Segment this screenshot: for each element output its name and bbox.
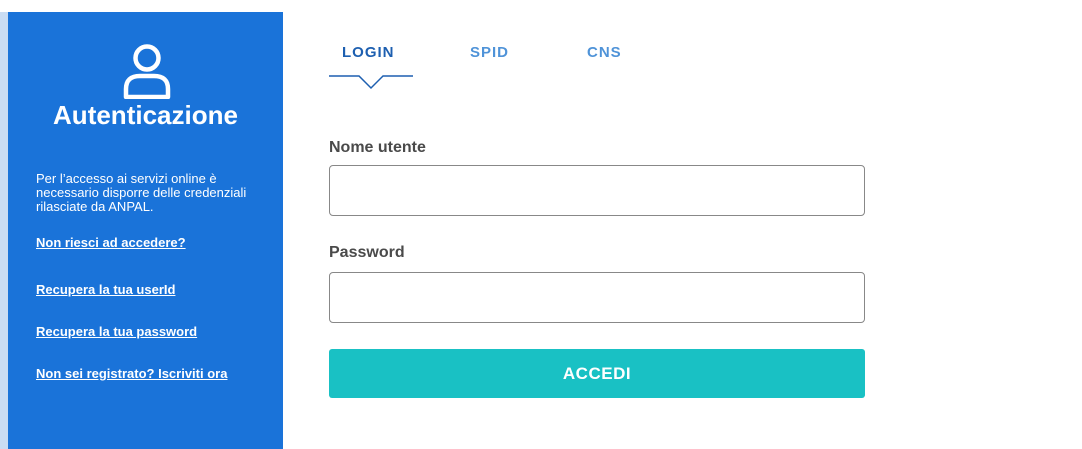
username-input[interactable] [329,165,865,216]
password-label: Password [329,244,405,261]
login-button[interactable]: ACCEDI [329,349,865,398]
password-input[interactable] [329,272,865,323]
link-cannot-access[interactable]: Non riesci ad accedere? [36,236,271,250]
auth-sidebar: Autenticazione Per l’accesso ai servizi … [8,12,283,449]
sidebar-title: Autenticazione [53,100,238,130]
sidebar-description: Per l’accesso ai servizi online è necess… [36,171,247,214]
tab-spid[interactable]: SPID [470,44,509,61]
tab-login[interactable]: LOGIN [342,44,395,61]
link-recover-userid[interactable]: Recupera la tua userId [36,283,271,297]
link-recover-password[interactable]: Recupera la tua password [36,325,271,339]
username-label: Nome utente [329,139,426,156]
left-edge-strip [0,12,8,449]
active-tab-indicator [329,74,413,96]
user-icon [122,43,172,100]
tab-cns[interactable]: CNS [587,44,622,61]
link-register[interactable]: Non sei registrato? Iscriviti ora [36,367,271,381]
